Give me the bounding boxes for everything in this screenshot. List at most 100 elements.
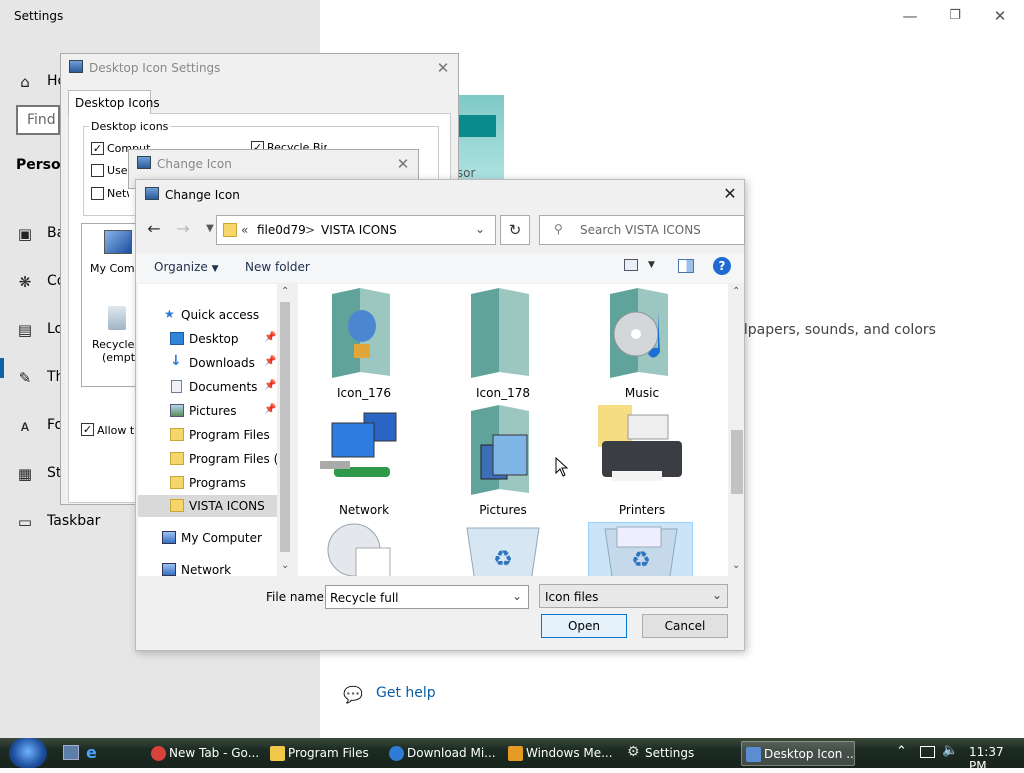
user-files-checkbox[interactable] [91, 164, 104, 177]
printer-icon [598, 405, 682, 481]
pin-icon[interactable]: 📌 [264, 332, 276, 343]
open-button[interactable]: Open [541, 614, 627, 638]
minimize-button[interactable]: — [900, 6, 920, 26]
pin-icon[interactable]: 📌 [264, 356, 276, 367]
file-item[interactable]: Printers [582, 405, 702, 521]
clock-document-icon [327, 523, 391, 576]
nav-item-downloads[interactable]: ↓ Downloads 📌 [138, 352, 278, 374]
pin-icon[interactable]: 📌 [264, 380, 276, 391]
nav-item-vista-icons[interactable]: VISTA ICONS [138, 495, 278, 517]
file-item[interactable]: Icon_176 [304, 288, 424, 404]
tab-desktop-icons[interactable]: Desktop Icons [68, 90, 160, 114]
nav-item-documents[interactable]: Documents 📌 [138, 376, 278, 398]
recycle-bin-full-icon: ♻ [604, 526, 678, 576]
breadcrumb-overflow[interactable]: « [241, 223, 248, 237]
file-name-input[interactable]: Recycle full ⌄ [325, 585, 529, 609]
star-icon: ★ [164, 307, 175, 321]
nav-item-network[interactable]: Network [138, 559, 278, 576]
taskbar-item-chrome[interactable]: New Tab - Go... [147, 741, 259, 766]
file-item[interactable]: ♻ [443, 522, 563, 576]
taskbar-item-download[interactable]: Download Mi... [385, 741, 497, 766]
network-tray-icon[interactable] [920, 746, 935, 758]
preview-pane-icon[interactable] [678, 259, 694, 273]
ie-icon[interactable]: e [86, 743, 97, 762]
nav-item-pictures[interactable]: Pictures 📌 [138, 400, 278, 422]
close-icon[interactable]: ✕ [433, 58, 453, 78]
search-icon: ⚲ [554, 222, 563, 236]
file-item[interactable]: Network [304, 405, 424, 521]
back-button[interactable]: ← [142, 218, 166, 242]
nav-item-programs[interactable]: Programs [138, 472, 278, 494]
file-item-selected[interactable]: ♻ [588, 522, 693, 576]
file-item[interactable]: Pictures [443, 405, 563, 521]
network-checkbox[interactable] [91, 187, 104, 200]
taskbar-item-program-files[interactable]: Program Files [266, 741, 378, 766]
icon-list[interactable]: My Comp Recycle (empt [81, 223, 139, 387]
scroll-up-icon[interactable]: ⌃ [281, 286, 289, 297]
new-folder-button[interactable]: New folder [245, 260, 310, 274]
volume-icon[interactable]: 🔈 [942, 743, 958, 758]
scroll-down-icon[interactable]: ⌄ [281, 560, 289, 571]
file-label: Pictures [479, 503, 527, 517]
breadcrumb-item[interactable]: file0d79 [257, 223, 306, 237]
allow-themes-checkbox[interactable]: ✓ [81, 423, 94, 436]
address-dropdown-chevron-icon[interactable]: ⌄ [475, 222, 485, 236]
file-scrollbar-thumb[interactable] [731, 430, 743, 494]
search-input[interactable]: Find [16, 105, 60, 135]
breadcrumb-item[interactable]: VISTA ICONS [321, 223, 397, 237]
sidebar-item-taskbar[interactable]: ▭ Taskbar [0, 503, 120, 543]
taskbar-item-desktop-icon-settings[interactable]: Desktop Icon ... [741, 741, 855, 766]
taskbar-item-settings[interactable]: ⚙ Settings [623, 741, 735, 766]
file-item[interactable]: Icon_178 [443, 288, 563, 404]
checkbox-label: Netw [107, 187, 129, 200]
computer-checkbox[interactable]: ✓ [91, 142, 104, 155]
nav-scrollbar-thumb[interactable] [280, 302, 290, 552]
navigation-pane: ★ Quick access Desktop 📌 ↓ Downloads 📌 D… [138, 284, 293, 576]
dialog-title: Change Icon [165, 188, 240, 202]
palette-icon: ❋ [18, 273, 32, 291]
show-desktop-icon[interactable] [63, 745, 79, 760]
cancel-button[interactable]: Cancel [642, 614, 728, 638]
document-icon [171, 380, 182, 393]
nav-item-program-files[interactable]: Program Files [138, 424, 278, 446]
scroll-down-icon[interactable]: ⌄ [732, 560, 740, 571]
file-item[interactable]: Music [582, 288, 702, 404]
search-input[interactable]: ⚲ Search VISTA ICONS [539, 215, 745, 245]
close-button[interactable]: ✕ [990, 6, 1010, 26]
file-name-value: Recycle full [330, 591, 399, 605]
file-item[interactable] [304, 522, 424, 576]
forward-button[interactable]: → [171, 218, 195, 242]
start-button[interactable] [9, 738, 47, 768]
clock[interactable]: 11:37 PM [969, 745, 1024, 773]
view-icon[interactable] [624, 259, 638, 271]
nav-item-desktop[interactable]: Desktop 📌 [138, 328, 278, 350]
pin-icon[interactable]: 📌 [264, 404, 276, 415]
file-scrollbar[interactable]: ⌃ ⌄ [728, 284, 744, 576]
file-type-select[interactable]: Icon files ⌄ [539, 584, 728, 608]
mouse-cursor-icon [555, 457, 569, 477]
maximize-button[interactable]: ❐ [945, 6, 965, 26]
nav-item-my-computer[interactable]: My Computer [138, 527, 278, 549]
nav-scrollbar[interactable]: ⌃ ⌄ [277, 284, 293, 576]
close-icon[interactable]: ✕ [393, 154, 413, 174]
nav-item-label: Programs [189, 476, 246, 490]
taskbar-item-label: Program Files [288, 746, 369, 760]
nav-item-program-files-x86[interactable]: Program Files (x [138, 448, 285, 470]
help-icon[interactable]: ? [713, 257, 731, 275]
taskbar-item-windows-media[interactable]: Windows Me... [504, 741, 616, 766]
close-icon[interactable]: ✕ [720, 184, 740, 204]
taskbar-item-label: Download Mi... [407, 746, 496, 760]
group-label: Desktop icons [89, 120, 171, 133]
show-hidden-icons-chevron-icon[interactable]: ⌃ [896, 744, 907, 759]
view-chevron-icon[interactable]: ▼ [648, 260, 655, 270]
scroll-up-icon[interactable]: ⌃ [732, 286, 740, 297]
network-icon [320, 412, 397, 477]
refresh-button[interactable]: ↻ [500, 215, 530, 245]
checkbox-label: User [107, 164, 129, 177]
organize-button[interactable]: Organize ▼ [154, 260, 219, 274]
address-bar[interactable]: « file0d79 > VISTA ICONS ⌄ [216, 215, 496, 245]
get-help-link[interactable]: Get help [376, 685, 436, 701]
chevron-down-icon[interactable]: ⌄ [512, 589, 522, 603]
nav-item-quick-access[interactable]: ★ Quick access [138, 304, 278, 326]
breadcrumb-separator[interactable]: > [305, 223, 315, 237]
